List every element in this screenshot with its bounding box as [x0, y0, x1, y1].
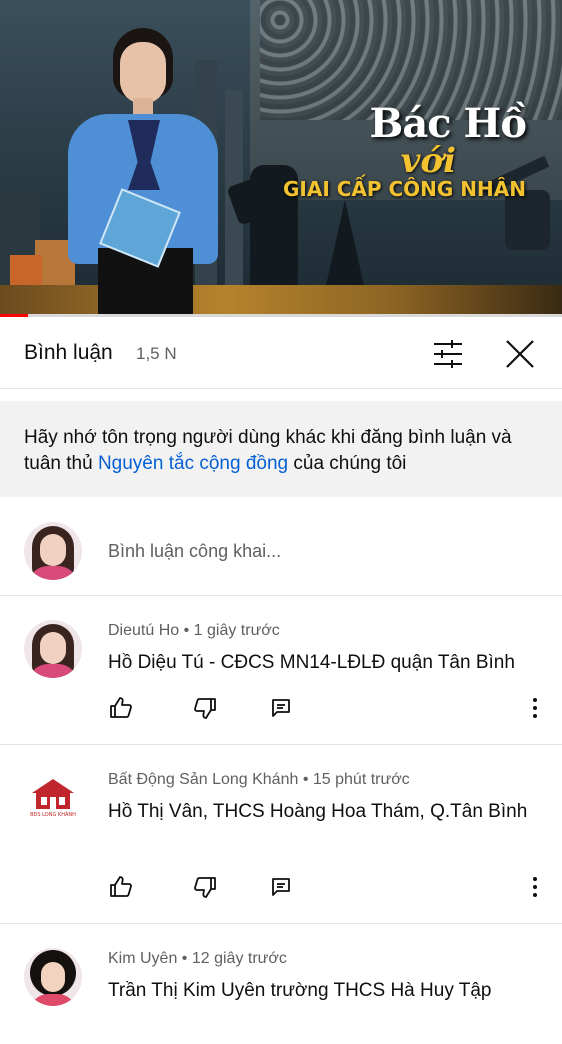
comment-meta: Dieutú Ho • 1 giây trước	[108, 622, 280, 639]
community-guidelines-notice: Hãy nhớ tôn trọng người dùng khác khi đă…	[0, 401, 562, 497]
comment-author[interactable]: Kim Uyên	[108, 950, 177, 967]
video-tripod-silhouette	[325, 200, 365, 290]
comment-time: 15 phút trước	[312, 771, 410, 788]
community-guidelines-link[interactable]: Nguyên tắc cộng đồng	[98, 453, 288, 474]
thumb-down-icon[interactable]	[192, 695, 218, 721]
notice-text: Hãy nhớ tôn trọng người dùng khác khi đă…	[24, 425, 544, 477]
avatar[interactable]	[24, 620, 82, 678]
thumb-up-icon[interactable]	[108, 695, 134, 721]
avatar	[24, 522, 82, 580]
comment-time: 1 giây trước	[193, 622, 280, 639]
video-title-line3: GIAI CẤP CÔNG NHÂN	[282, 177, 526, 201]
thumb-down-icon[interactable]	[192, 874, 218, 900]
thumb-up-icon[interactable]	[108, 874, 134, 900]
comments-header: Bình luận 1,5 N	[0, 317, 562, 389]
comment-meta: Kim Uyên • 12 giây trước	[108, 950, 287, 967]
comment-author[interactable]: Dieutú Ho	[108, 622, 179, 639]
video-title-line2: với	[400, 141, 456, 181]
comment-actions	[108, 874, 548, 904]
comment-text: Hồ Diệu Tú - CĐCS MN14-LĐLĐ quận Tân Bìn…	[108, 652, 515, 673]
svg-text:BĐS LONG KHÁNH: BĐS LONG KHÁNH	[30, 811, 76, 818]
comments-title: Bình luận	[24, 341, 113, 364]
video-title-line1: Bác Hồ	[369, 100, 527, 147]
comment-text: Trần Thị Kim Uyên trường THCS Hà Huy Tập	[108, 980, 492, 1001]
avatar[interactable]	[24, 948, 82, 1006]
video-title-overlay: Bác Hồ với GIAI CẤP CÔNG NHÂN	[282, 100, 527, 201]
comment-actions	[108, 695, 548, 725]
avatar[interactable]: BĐS LONG KHÁNH	[24, 769, 82, 827]
comment-meta: Bất Động Sản Long Khánh • 15 phút trước	[108, 771, 410, 788]
video-presenter	[58, 28, 228, 314]
more-vert-icon[interactable]	[522, 695, 548, 721]
notice-text-after: của chúng tôi	[288, 453, 407, 474]
comment-author[interactable]: Bất Động Sản Long Khánh	[108, 771, 298, 788]
house-logo-icon: BĐS LONG KHÁNH	[30, 779, 76, 818]
video-player[interactable]: Bác Hồ với GIAI CẤP CÔNG NHÂN	[0, 0, 562, 314]
add-comment-input[interactable]: Bình luận công khai...	[108, 541, 281, 562]
comments-count: 1,5 N	[136, 344, 177, 363]
more-vert-icon[interactable]	[522, 874, 548, 900]
comment-text: Hồ Thị Vân, THCS Hoàng Hoa Thám, Q.Tân B…	[108, 801, 528, 822]
reply-icon[interactable]	[268, 874, 294, 900]
sort-filter-icon[interactable]	[431, 337, 465, 371]
comment-time: 12 giây trước	[191, 950, 287, 967]
add-comment-row[interactable]: Bình luận công khai...	[0, 505, 562, 596]
reply-icon[interactable]	[268, 695, 294, 721]
comment-item: Dieutú Ho • 1 giây trước Hồ Diệu Tú - CĐ…	[0, 596, 562, 745]
comment-item: BĐS LONG KHÁNH Bất Động Sản Long Khánh •…	[0, 745, 562, 924]
close-icon[interactable]	[503, 337, 537, 371]
comment-item: Kim Uyên • 12 giây trước Trần Thị Kim Uy…	[0, 924, 562, 1044]
